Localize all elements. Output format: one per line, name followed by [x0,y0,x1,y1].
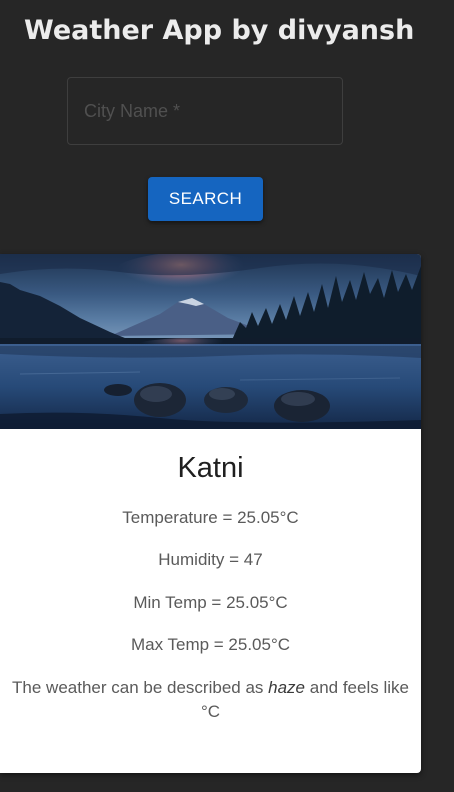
search-button[interactable]: SEARCH [148,177,263,221]
weather-card: Katni Temperature = 25.05°C Humidity = 4… [0,254,421,773]
description-prefix: The weather can be described as [12,678,269,697]
max-temp-text: Max Temp = 25.05°C [130,635,291,654]
city-name-field[interactable] [67,77,343,145]
weather-description: The weather can be described as haze and… [8,676,413,724]
temperature-text: Temperature = 25.05°C [122,508,299,527]
landscape-image [0,254,421,429]
city-name-input[interactable] [68,78,342,144]
city-name: Katni [177,452,244,484]
min-temp-text: Min Temp = 25.05°C [133,593,288,612]
humidity-text: Humidity = 47 [158,550,263,569]
app-title: Weather App by divyansh [24,15,415,46]
weather-condition: haze [268,678,306,697]
